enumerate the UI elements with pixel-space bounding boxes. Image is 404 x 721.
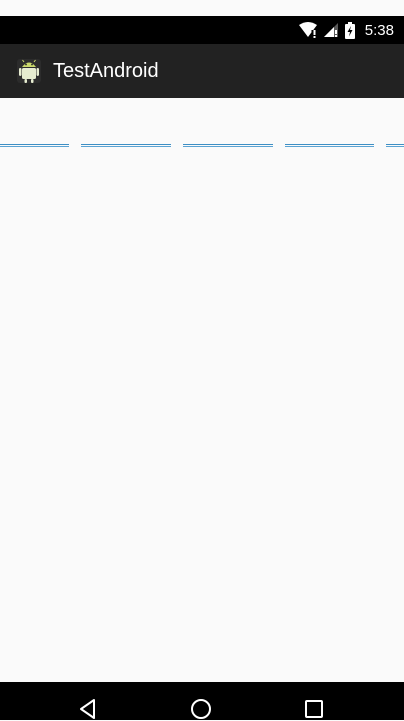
signal-icon — [323, 22, 339, 38]
edit-field-4[interactable] — [285, 144, 374, 147]
back-icon[interactable] — [76, 697, 100, 721]
action-bar: TestAndroid — [0, 44, 404, 98]
top-margin — [0, 0, 404, 16]
content-area — [0, 98, 404, 682]
status-time: 5:38 — [364, 21, 394, 39]
recents-icon[interactable] — [302, 697, 326, 721]
app-title: TestAndroid — [53, 60, 159, 82]
edit-field-3[interactable] — [183, 144, 273, 147]
navigation-bar — [0, 682, 404, 720]
android-icon — [14, 56, 44, 86]
home-icon[interactable] — [189, 697, 213, 721]
battery-icon — [344, 21, 355, 39]
wifi-icon — [298, 22, 317, 38]
status-icons: 5:38 — [298, 16, 394, 44]
edit-field-2[interactable] — [81, 144, 171, 147]
edit-field-1[interactable] — [0, 144, 69, 147]
edit-field-5[interactable] — [386, 144, 404, 147]
status-bar: 5:38 — [0, 16, 404, 44]
